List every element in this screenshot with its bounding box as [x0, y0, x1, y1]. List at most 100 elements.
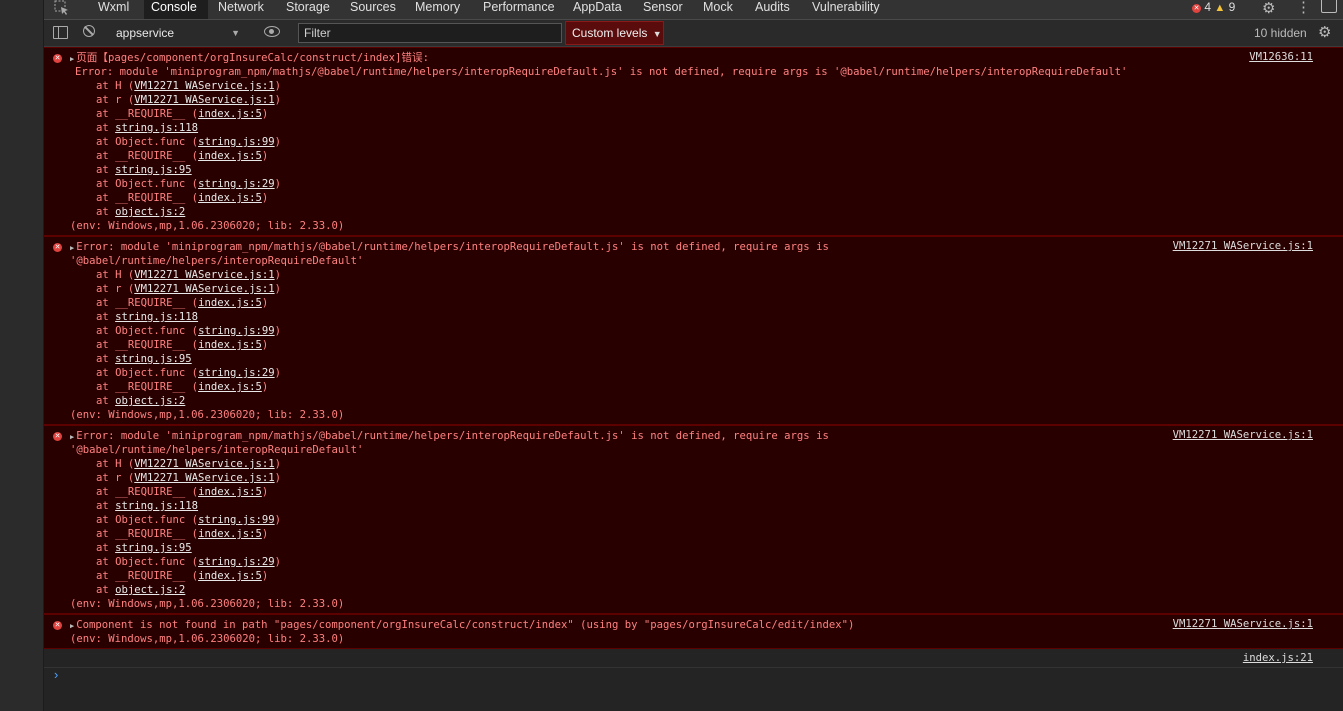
console-settings-gear-icon[interactable]: ⚙ [1318, 23, 1331, 41]
frame-source-link[interactable]: string.js:29 [198, 367, 275, 379]
frame-source-link[interactable]: index.js:5 [198, 381, 262, 393]
frame-source-link[interactable]: string.js:29 [198, 556, 275, 568]
frame-prefix: at [96, 584, 116, 596]
error-message[interactable]: ✕ VM12636:11 ▶ 页面【pages/component/orgInsu… [44, 47, 1343, 236]
tab-appdata[interactable]: AppData [573, 0, 622, 19]
stack-frame: at string.js:118 [44, 499, 1343, 513]
frame-suffix: ) [274, 178, 281, 190]
expand-triangle-icon[interactable]: ▶ [70, 244, 74, 252]
frame-source-link[interactable]: VM12271 WAService.js:1 [134, 472, 274, 484]
tab-mock[interactable]: Mock [703, 0, 733, 19]
tab-sensor[interactable]: Sensor [643, 0, 683, 19]
stack-frame: at __REQUIRE__ (index.js:5) [44, 191, 1343, 205]
more-options-icon[interactable]: ⋮ [1296, 0, 1311, 16]
frame-source-link[interactable]: index.js:5 [198, 297, 262, 309]
issue-counts[interactable]: ✕ 4 ▲ 9 [1192, 0, 1235, 16]
frame-prefix: at __REQUIRE__ ( [96, 570, 199, 582]
inspect-element-icon[interactable] [54, 0, 70, 16]
tab-vulnerability[interactable]: Vulnerability [812, 0, 880, 19]
frame-source-link[interactable]: index.js:5 [198, 150, 262, 162]
error-message[interactable]: ✕ VM12271 WAService.js:1 ▶ Error: module … [44, 236, 1343, 425]
frame-source-link[interactable]: index.js:5 [198, 108, 262, 120]
frame-source-link[interactable]: object.js:2 [115, 206, 185, 218]
frame-prefix: at r ( [96, 283, 135, 295]
context-selector[interactable]: appservice ▼ [108, 24, 248, 42]
dropdown-arrow-icon: ▼ [652, 29, 662, 39]
source-link[interactable]: VM12271 WAService.js:1 [1173, 618, 1313, 630]
stack-frame: at string.js:118 [44, 121, 1343, 135]
frame-source-link[interactable]: string.js:118 [115, 500, 198, 512]
tab-performance[interactable]: Performance [483, 0, 555, 19]
console-prompt-chevron-icon[interactable]: › [54, 667, 58, 682]
frame-source-link[interactable]: string.js:95 [115, 353, 192, 365]
frame-source-link[interactable]: string.js:29 [198, 178, 275, 190]
tab-sources[interactable]: Sources [350, 0, 396, 19]
error-message[interactable]: ✕ VM12271 WAService.js:1 ▶ Error: module … [44, 425, 1343, 614]
tab-memory[interactable]: Memory [415, 0, 460, 19]
source-link[interactable]: index.js:21 [1243, 652, 1313, 664]
frame-source-link[interactable]: VM12271 WAService.js:1 [134, 283, 274, 295]
source-link[interactable]: VM12636:11 [1249, 51, 1313, 63]
sidebar-toggle-icon[interactable] [53, 26, 68, 39]
frame-source-link[interactable]: string.js:95 [115, 542, 192, 554]
frame-source-link[interactable]: index.js:5 [198, 486, 262, 498]
frame-suffix: ) [261, 108, 269, 120]
expand-triangle-icon[interactable]: ▶ [70, 55, 74, 63]
frame-source-link[interactable]: VM12271 WAService.js:1 [134, 94, 274, 106]
frame-source-link[interactable]: object.js:2 [115, 395, 185, 407]
frame-source-link[interactable]: string.js:95 [115, 164, 192, 176]
frame-source-link[interactable]: VM12271 WAService.js:1 [134, 269, 274, 281]
error-message[interactable]: ✕ VM12271 WAService.js:1 ▶ Component is n… [44, 614, 1343, 649]
stack-frame: at __REQUIRE__ (index.js:5) [44, 380, 1343, 394]
error-text-continued: '@babel/runtime/helpers/interopRequireDe… [70, 444, 364, 456]
frame-source-link[interactable]: string.js:99 [198, 514, 275, 526]
frame-source-link[interactable]: index.js:5 [198, 339, 262, 351]
expand-triangle-icon[interactable]: ▶ [70, 622, 74, 630]
source-link[interactable]: VM12271 WAService.js:1 [1173, 240, 1313, 252]
frame-source-link[interactable]: index.js:5 [198, 570, 262, 582]
frame-prefix: at r ( [96, 472, 135, 484]
frame-suffix: ) [261, 528, 269, 540]
filter-input[interactable] [298, 23, 562, 43]
warning-icon: ▲ [1214, 2, 1226, 14]
frame-suffix: ) [261, 570, 269, 582]
frame-suffix: ) [274, 556, 281, 568]
frame-source-link[interactable]: index.js:5 [198, 192, 262, 204]
stack-frame: at __REQUIRE__ (index.js:5) [44, 338, 1343, 352]
console-output: ✕ VM12636:11 ▶ 页面【pages/component/orgInsu… [44, 47, 1343, 668]
error-header: 页面【pages/component/orgInsureCalc/constru… [76, 52, 429, 64]
error-text: Error: module 'miniprogram_npm/mathjs/@b… [75, 66, 1128, 78]
frame-source-link[interactable]: index.js:5 [198, 528, 262, 540]
stack-frame: at Object.func (string.js:99) [44, 135, 1343, 149]
tab-network[interactable]: Network [218, 0, 264, 19]
frame-source-link[interactable]: string.js:118 [115, 122, 198, 134]
tab-wxml[interactable]: Wxml [88, 0, 144, 19]
error-text: Component is not found in path "pages/co… [76, 619, 855, 631]
frame-source-link[interactable]: VM12271 WAService.js:1 [134, 80, 274, 92]
log-message[interactable]: index.js:21 [44, 649, 1343, 668]
dock-icon[interactable] [1321, 0, 1337, 13]
frame-prefix: at r ( [96, 94, 135, 106]
env-info: (env: Windows,mp,1.06.2306020; lib: 2.33… [70, 598, 345, 610]
frame-source-link[interactable]: string.js:99 [198, 136, 275, 148]
frame-source-link[interactable]: string.js:99 [198, 325, 275, 337]
frame-suffix: ) [274, 283, 281, 295]
expand-triangle-icon[interactable]: ▶ [70, 433, 74, 441]
error-text: Error: module 'miniprogram_npm/mathjs/@b… [76, 241, 829, 253]
source-link[interactable]: VM12271 WAService.js:1 [1173, 429, 1313, 441]
stack-frame: at __REQUIRE__ (index.js:5) [44, 485, 1343, 499]
tab-audits[interactable]: Audits [755, 0, 790, 19]
clear-console-icon[interactable] [83, 25, 95, 37]
stack-trace: at H (VM12271 WAService.js:1) at r (VM122… [44, 457, 1343, 597]
settings-gear-icon[interactable]: ⚙ [1262, 0, 1275, 17]
frame-suffix: ) [274, 269, 281, 281]
tab-console[interactable]: Console [144, 0, 208, 19]
live-expression-eye-icon[interactable] [264, 26, 280, 37]
tab-storage[interactable]: Storage [286, 0, 330, 19]
tab-bar: Wxml Console Network Storage Sources Mem… [44, 0, 1343, 20]
log-levels-dropdown[interactable]: Custom levels ▼ [565, 21, 664, 45]
frame-source-link[interactable]: string.js:118 [115, 311, 198, 323]
console-toolbar: appservice ▼ Custom levels ▼ 10 hidden ⚙ [44, 20, 1343, 47]
frame-source-link[interactable]: VM12271 WAService.js:1 [134, 458, 274, 470]
frame-source-link[interactable]: object.js:2 [115, 584, 185, 596]
